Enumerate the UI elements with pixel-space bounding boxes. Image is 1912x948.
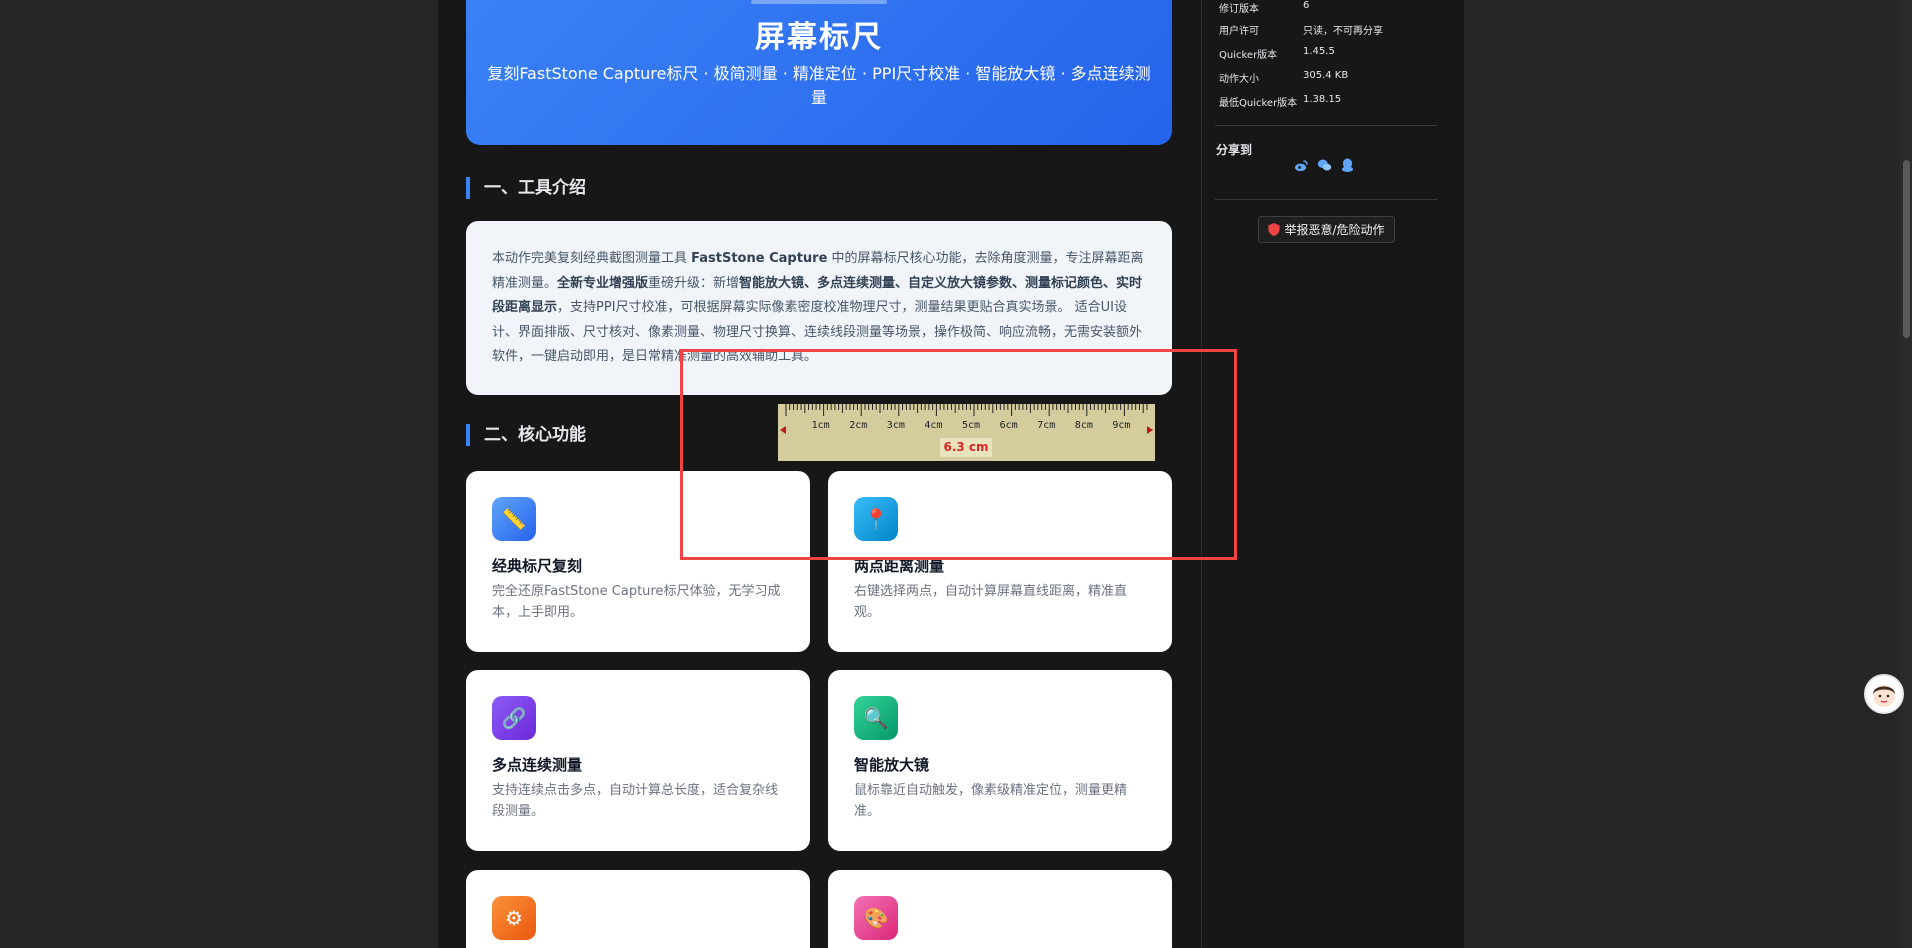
page-subtitle: 复刻FastStone Capture标尺 · 极简测量 · 精准定位 · PP…	[487, 64, 1151, 107]
scrollbar-thumb[interactable]	[1903, 160, 1910, 338]
feature-desc: 鼠标靠近自动触发，像素级精准定位，测量更精准。	[854, 783, 1128, 819]
intro-upgrade: 全新专业增强版	[557, 275, 649, 291]
feature-title: 经典标尺复刻	[492, 557, 583, 575]
sidebar-divider-line	[1215, 125, 1437, 126]
ruler-icon: 📏	[492, 497, 536, 541]
sidebar-divider-line	[1215, 199, 1437, 200]
intro-brand: FastStone Capture	[691, 251, 828, 266]
magnifier-icon: 🔍	[854, 696, 898, 740]
share-icons	[1294, 158, 1355, 173]
feature-card: 🔍 智能放大镜 鼠标靠近自动触发，像素级精准定位，测量更精准。	[828, 670, 1172, 851]
hero-banner: 屏幕标尺 复刻FastStone Capture标尺 · 极简测量 · 精准定位…	[466, 0, 1172, 145]
report-button-label: 举报恶意/危险动作	[1284, 223, 1385, 237]
feature-desc: 完全还原FastStone Capture标尺体验，无学习成本，上手即用。	[492, 584, 781, 620]
scrollbar[interactable]	[1900, 0, 1912, 948]
qq-icon[interactable]	[1340, 158, 1355, 173]
intro-text-3: 重磅升级：新增	[648, 275, 740, 291]
report-button[interactable]: 举报恶意/危险动作	[1258, 216, 1395, 243]
feature-title: 智能放大镜	[854, 756, 930, 774]
page-title: 屏幕标尺	[755, 20, 883, 55]
feature-desc: 支持连续点击多点，自动计算总长度，适合复杂线段测量。	[492, 783, 779, 819]
weibo-icon[interactable]	[1294, 158, 1309, 173]
assistant-avatar[interactable]	[1864, 674, 1904, 714]
measure-selection-frame[interactable]	[680, 349, 1237, 560]
feature-card: ⚙	[466, 870, 810, 948]
share-title: 分享到	[1216, 143, 1253, 157]
feature-card: 🎨	[828, 870, 1172, 948]
section-heading-features: 二、核心功能	[466, 424, 586, 446]
link-icon: 🔗	[492, 696, 536, 740]
intro-text-1: 本动作完美复刻经典截图测量工具	[492, 251, 692, 266]
feature-desc: 右键选择两点，自动计算屏幕直线距离，精准直观。	[854, 584, 1128, 620]
shield-icon	[1268, 223, 1281, 236]
feature-card: 🔗 多点连续测量 支持连续点击多点，自动计算总长度，适合复杂线段测量。	[466, 670, 810, 851]
wechat-icon[interactable]	[1317, 158, 1332, 173]
hero-tag	[751, 0, 887, 4]
feature-title: 多点连续测量	[492, 756, 583, 774]
palette-icon: 🎨	[854, 896, 898, 940]
section-heading-intro: 一、工具介绍	[466, 177, 586, 199]
gear-icon: ⚙	[492, 896, 536, 940]
